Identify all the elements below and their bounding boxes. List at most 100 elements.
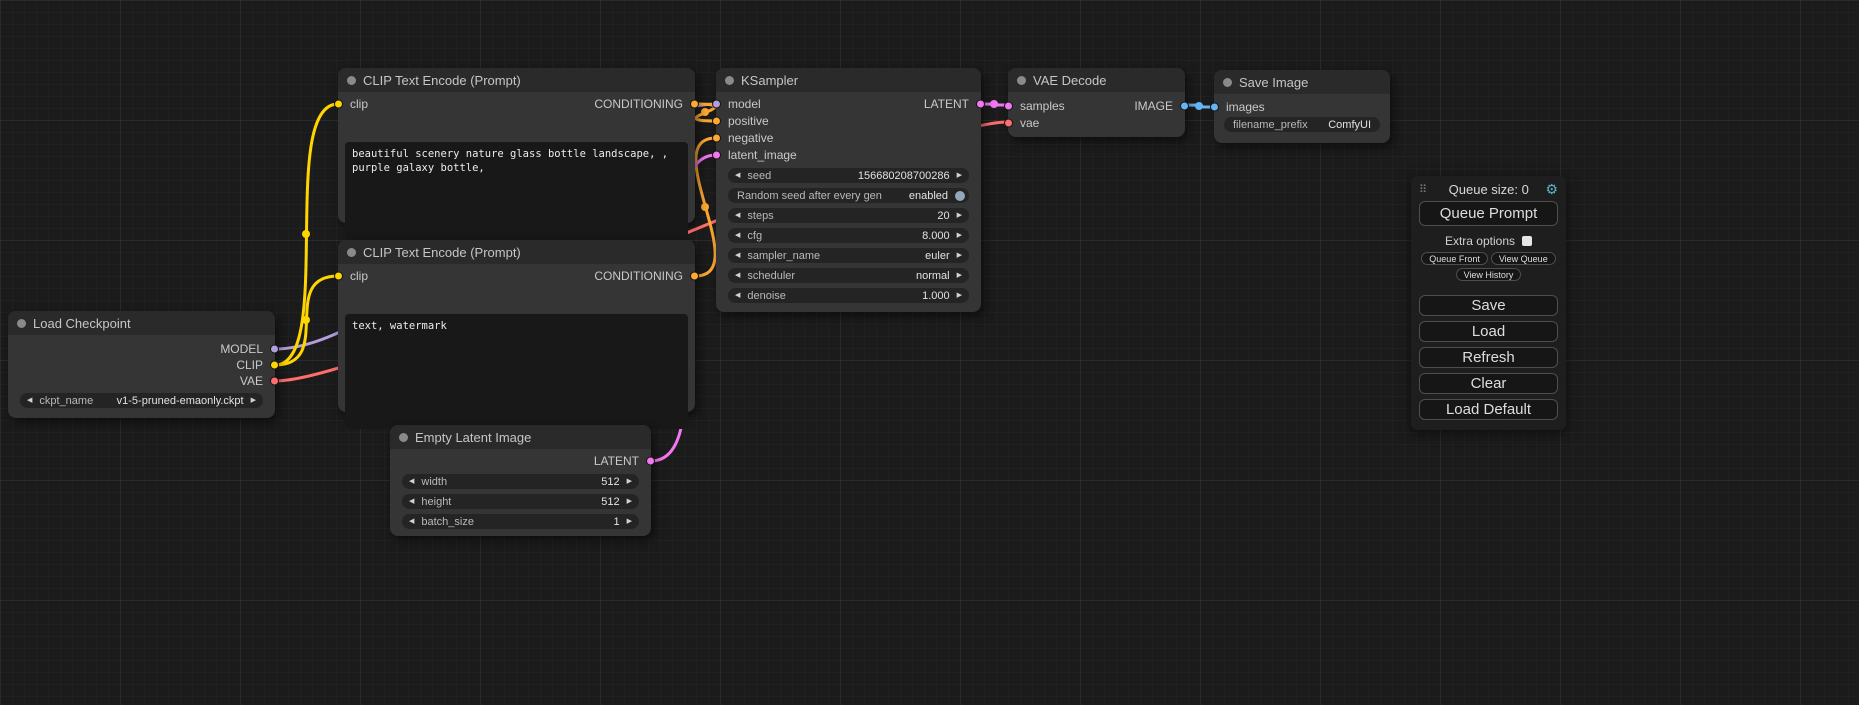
next-arrow-icon[interactable]: ▶ [957,252,962,259]
next-arrow-icon[interactable]: ▶ [957,292,962,299]
node-save-image[interactable]: Save Image images filename_prefix ComfyU… [1214,70,1390,143]
next-arrow-icon[interactable]: ▶ [957,172,962,179]
output-pin-conditioning[interactable] [690,272,699,281]
input-pin-clip[interactable] [334,272,343,281]
node-empty-latent-image[interactable]: Empty Latent Image LATENT ◀ width 512 ▶ … [390,425,651,536]
widget-scheduler[interactable]: ◀ scheduler normal ▶ [728,268,969,283]
prev-arrow-icon[interactable]: ◀ [409,498,414,505]
collapse-dot-icon[interactable] [1223,78,1232,87]
output-pin-conditioning[interactable] [690,100,699,109]
widget-ckpt-name[interactable]: ◀ ckpt_name v1-5-pruned-emaonly.ckpt ▶ [20,393,263,408]
node-title-bar[interactable]: CLIP Text Encode (Prompt) [338,68,695,92]
next-arrow-icon[interactable]: ▶ [627,518,632,525]
widget-cfg[interactable]: ◀ cfg 8.000 ▶ [728,228,969,243]
load-default-button[interactable]: Load Default [1419,399,1558,420]
next-arrow-icon[interactable]: ▶ [251,397,256,404]
node-title-bar[interactable]: VAE Decode [1008,68,1185,92]
prev-arrow-icon[interactable]: ◀ [735,292,740,299]
prompt-textarea[interactable]: beautiful scenery nature glass bottle la… [345,142,688,240]
input-pin-vae[interactable] [1004,118,1013,127]
widget-denoise[interactable]: ◀ denoise 1.000 ▶ [728,288,969,303]
prev-arrow-icon[interactable]: ◀ [735,252,740,259]
link-midpoint-dot-positive [701,108,709,116]
collapse-dot-icon[interactable] [725,76,734,85]
input-pin-model[interactable] [712,99,721,108]
widget-name: batch_size [421,516,474,528]
input-slot-vae: vae [1008,114,1185,131]
input-pin-positive[interactable] [712,116,721,125]
node-title-bar[interactable]: Load Checkpoint [8,311,275,335]
input-pin-samples[interactable] [1004,101,1013,110]
widget-filename-prefix[interactable]: filename_prefix ComfyUI [1224,117,1380,132]
widget-height[interactable]: ◀ height 512 ▶ [402,494,639,509]
output-pin-latent[interactable] [646,457,655,466]
widget-batch-size[interactable]: ◀ batch_size 1 ▶ [402,514,639,529]
next-arrow-icon[interactable]: ▶ [957,212,962,219]
input-pin-clip[interactable] [334,100,343,109]
drag-handle-icon[interactable]: ⠿ [1419,183,1427,196]
queue-size-label: Queue size: 0 [1432,182,1545,197]
save-button[interactable]: Save [1419,295,1558,316]
widget-name: scheduler [747,270,795,282]
node-clip-text-encode-negative[interactable]: CLIP Text Encode (Prompt) clip CONDITION… [338,240,695,412]
load-button[interactable]: Load [1419,321,1558,342]
view-history-button[interactable]: View History [1456,268,1522,281]
widget-value: 1 [613,516,619,528]
collapse-dot-icon[interactable] [399,433,408,442]
toggle-knob[interactable] [955,191,965,201]
prev-arrow-icon[interactable]: ◀ [27,397,32,404]
slot-label: CONDITIONING [594,97,683,111]
next-arrow-icon[interactable]: ▶ [627,478,632,485]
node-load-checkpoint[interactable]: Load Checkpoint MODEL CLIP VAE ◀ ckpt_na… [8,311,275,418]
next-arrow-icon[interactable]: ▶ [957,232,962,239]
prev-arrow-icon[interactable]: ◀ [409,478,414,485]
node-title-bar[interactable]: CLIP Text Encode (Prompt) [338,240,695,264]
prev-arrow-icon[interactable]: ◀ [735,272,740,279]
widget-seed[interactable]: ◀ seed 156680208700286 ▶ [728,168,969,183]
extra-options-label: Extra options [1445,234,1515,248]
prev-arrow-icon[interactable]: ◀ [735,212,740,219]
node-title-bar[interactable]: Save Image [1214,70,1390,94]
queue-prompt-button[interactable]: Queue Prompt [1419,201,1558,226]
refresh-button[interactable]: Refresh [1419,347,1558,368]
widget-width[interactable]: ◀ width 512 ▶ [402,474,639,489]
widget-sampler-name[interactable]: ◀ sampler_name euler ▶ [728,248,969,263]
next-arrow-icon[interactable]: ▶ [627,498,632,505]
output-pin-vae[interactable] [270,377,279,386]
slot-label: IMAGE [1134,99,1173,113]
widget-random-seed-toggle[interactable]: Random seed after every gen enabled [728,188,969,203]
collapse-dot-icon[interactable] [17,319,26,328]
node-vae-decode[interactable]: VAE Decode samples IMAGE vae [1008,68,1185,137]
prompt-textarea[interactable]: text, watermark [345,314,688,429]
collapse-dot-icon[interactable] [347,76,356,85]
output-pin-image[interactable] [1180,101,1189,110]
menu-spacer [1419,281,1558,290]
collapse-dot-icon[interactable] [347,248,356,257]
input-pin-negative[interactable] [712,133,721,142]
prev-arrow-icon[interactable]: ◀ [409,518,414,525]
collapse-dot-icon[interactable] [1017,76,1026,85]
node-ksampler[interactable]: KSampler model LATENT positive negative … [716,68,981,312]
settings-gear-icon[interactable]: ⚙ [1545,181,1558,198]
node-title-bar[interactable]: KSampler [716,68,981,92]
input-pin-latent-image[interactable] [712,150,721,159]
output-pin-clip[interactable] [270,361,279,370]
clear-button[interactable]: Clear [1419,373,1558,394]
queue-controls-row: Queue Front View Queue [1419,252,1558,265]
output-pin-model[interactable] [270,345,279,354]
link-midpoint-dot-negative [701,203,709,211]
view-queue-button[interactable]: View Queue [1491,252,1556,265]
prev-arrow-icon[interactable]: ◀ [735,232,740,239]
slot-label: samples [1020,99,1065,113]
node-clip-text-encode-positive[interactable]: CLIP Text Encode (Prompt) clip CONDITION… [338,68,695,223]
queue-menu-panel[interactable]: ⠿ Queue size: 0 ⚙ Queue Prompt Extra opt… [1411,176,1566,430]
extra-options-checkbox[interactable] [1522,236,1532,246]
queue-front-button[interactable]: Queue Front [1421,252,1488,265]
next-arrow-icon[interactable]: ▶ [957,272,962,279]
node-title-bar[interactable]: Empty Latent Image [390,425,651,449]
input-pin-images[interactable] [1210,102,1219,111]
output-pin-latent[interactable] [976,99,985,108]
prev-arrow-icon[interactable]: ◀ [735,172,740,179]
node-title: Empty Latent Image [415,430,531,445]
widget-steps[interactable]: ◀ steps 20 ▶ [728,208,969,223]
